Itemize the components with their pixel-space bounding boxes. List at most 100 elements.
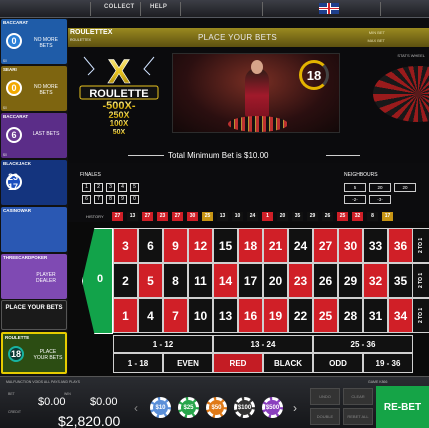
column-bet[interactable]: 2 TO 1	[412, 228, 429, 263]
chip-10-button[interactable]: $10	[150, 397, 171, 418]
bet-number-36[interactable]: 36	[388, 228, 413, 263]
dozen-bet[interactable]: 13 - 24	[213, 335, 313, 353]
history-number: 27	[172, 212, 183, 221]
undo-button[interactable]: UNDO	[310, 388, 340, 405]
neighbour-bet[interactable]: 20	[394, 183, 416, 192]
malfunction-notice: MALFUNCTION VOIDS ALL PAYS AND PLAYS	[6, 380, 80, 384]
finale-bet-9[interactable]: 9	[118, 195, 127, 204]
outside-bet-even[interactable]: EVEN	[163, 353, 213, 373]
bet-number-13[interactable]: 13	[213, 298, 238, 333]
bet-number-27[interactable]: 27	[313, 228, 338, 263]
bet-number-29[interactable]: 29	[338, 263, 363, 298]
outside-bet-red[interactable]: RED	[213, 353, 263, 373]
sidebar-game-tile[interactable]: BACCARAT 0 NO MORE BETS $0	[1, 19, 67, 64]
sidebar-place-bets[interactable]: PLACE YOUR BETS	[1, 300, 67, 330]
neighbour-bet[interactable]: 20	[369, 183, 391, 192]
bet-number-25[interactable]: 25	[313, 298, 338, 333]
chips-prev-icon[interactable]: ‹	[134, 401, 138, 415]
outside-bet-19-36[interactable]: 19 - 36	[363, 353, 413, 373]
neighbour-bet[interactable]: 5	[344, 183, 366, 192]
bet-number-14[interactable]: 14	[213, 263, 238, 298]
sidebar-game-tile[interactable]: SEARI 0 NO MORE BETS $0	[1, 66, 67, 111]
bet-number-3[interactable]: 3	[113, 228, 138, 263]
bet-number-17[interactable]: 17	[238, 263, 263, 298]
bet-number-4[interactable]: 4	[138, 298, 163, 333]
language-flag-icon[interactable]	[319, 3, 339, 14]
finale-bet-7[interactable]: 7	[94, 195, 103, 204]
win-label: WIN	[64, 392, 71, 396]
bet-number-24[interactable]: 24	[288, 228, 313, 263]
help-button[interactable]: HELP	[150, 4, 167, 10]
collect-button[interactable]: COLLECT	[104, 4, 134, 10]
bet-number-10[interactable]: 10	[188, 298, 213, 333]
bet-number-5[interactable]: 5	[138, 263, 163, 298]
chip-100-button[interactable]: $100	[234, 397, 255, 418]
finale-bet-6[interactable]: 6	[82, 195, 91, 204]
bet-number-30[interactable]: 30	[338, 228, 363, 263]
column-bet[interactable]: 2 TO 1	[412, 298, 429, 333]
rebet-all-button[interactable]: REBET ALL	[343, 408, 373, 425]
sidebar-roulette-tile[interactable]: ROULETTE 18 PLACE YOUR BETS	[1, 332, 67, 374]
chip-500-button[interactable]: $500	[262, 397, 283, 418]
finale-bet-8[interactable]: 8	[106, 195, 115, 204]
neighbour-bet[interactable]: -3-	[369, 195, 391, 204]
tile-name: BACCARAT	[3, 114, 29, 119]
rebet-button[interactable]: RE-BET	[376, 386, 429, 428]
history-number: 25	[337, 212, 348, 221]
finale-bet-4[interactable]: 4	[118, 183, 127, 192]
sidebar-game-tile[interactable]: BLACKJACK 23 17	[1, 160, 67, 205]
roulette-x-logo: X ROULETTE -500X- 250X 100X 50X	[79, 53, 159, 136]
finale-bet-3[interactable]: 3	[106, 183, 115, 192]
bet-number-22[interactable]: 22	[288, 298, 313, 333]
dozen-bet[interactable]: 1 - 12	[113, 335, 213, 353]
bet-number-1[interactable]: 1	[113, 298, 138, 333]
bet-number-7[interactable]: 7	[163, 298, 188, 333]
finale-bet-1[interactable]: 1	[82, 183, 91, 192]
bet-label: BET	[8, 392, 15, 396]
bet-number-20[interactable]: 20	[263, 263, 288, 298]
bet-number-16[interactable]: 16	[238, 298, 263, 333]
outside-bet-odd[interactable]: ODD	[313, 353, 363, 373]
dozen-bet[interactable]: 25 - 36	[313, 335, 413, 353]
bet-number-21[interactable]: 21	[263, 228, 288, 263]
roulette-timer-icon: 18	[8, 346, 24, 362]
bet-number-34[interactable]: 34	[388, 298, 413, 333]
bet-number-18[interactable]: 18	[238, 228, 263, 263]
bet-number-6[interactable]: 6	[138, 228, 163, 263]
sidebar-game-tile[interactable]: BACCARAT 6 LAST BETS $0	[1, 113, 67, 158]
bet-number-2[interactable]: 2	[113, 263, 138, 298]
double-button[interactable]: DOUBLE	[310, 408, 340, 425]
game-header: ROULETTEX ROULETTEX PLACE YOUR BETS MIN …	[68, 28, 429, 47]
tile-name: CASINOWAR	[3, 208, 31, 213]
finale-bet-2[interactable]: 2	[94, 183, 103, 192]
chip-25-button[interactable]: $25	[178, 397, 199, 418]
sidebar-game-tile[interactable]: THREECARDPOKER PLAYER DEALER	[1, 254, 67, 299]
bet-number-26[interactable]: 26	[313, 263, 338, 298]
bet-number-31[interactable]: 31	[363, 298, 388, 333]
column-bet[interactable]: 2 TO 1	[412, 263, 429, 298]
sidebar-game-tile[interactable]: CASINOWAR	[1, 207, 67, 252]
clear-button[interactable]: CLEAR	[343, 388, 373, 405]
chips-next-icon[interactable]: ›	[293, 401, 297, 415]
bet-number-32[interactable]: 32	[363, 263, 388, 298]
credit-label: CREDIT	[8, 410, 22, 414]
outside-bet-1-18[interactable]: 1 - 18	[113, 353, 163, 373]
bet-number-33[interactable]: 33	[363, 228, 388, 263]
bet-number-8[interactable]: 8	[163, 263, 188, 298]
finale-bet-0[interactable]: 0	[130, 195, 139, 204]
bet-number-9[interactable]: 9	[163, 228, 188, 263]
outside-bet-black[interactable]: BLACK	[263, 353, 313, 373]
roulette-wheel-graphic	[373, 66, 429, 122]
chip-50-button[interactable]: $50	[206, 397, 227, 418]
finale-bet-5[interactable]: 5	[130, 183, 139, 192]
history-label: HISTORY	[86, 214, 104, 219]
stats-wheel-label[interactable]: STATS WHEEL	[397, 53, 425, 58]
neighbour-bet[interactable]: -2-	[344, 195, 366, 204]
bet-number-15[interactable]: 15	[213, 228, 238, 263]
bet-number-19[interactable]: 19	[263, 298, 288, 333]
bet-number-12[interactable]: 12	[188, 228, 213, 263]
bet-number-28[interactable]: 28	[338, 298, 363, 333]
bet-number-11[interactable]: 11	[188, 263, 213, 298]
bet-number-35[interactable]: 35	[388, 263, 413, 298]
bet-number-23[interactable]: 23	[288, 263, 313, 298]
